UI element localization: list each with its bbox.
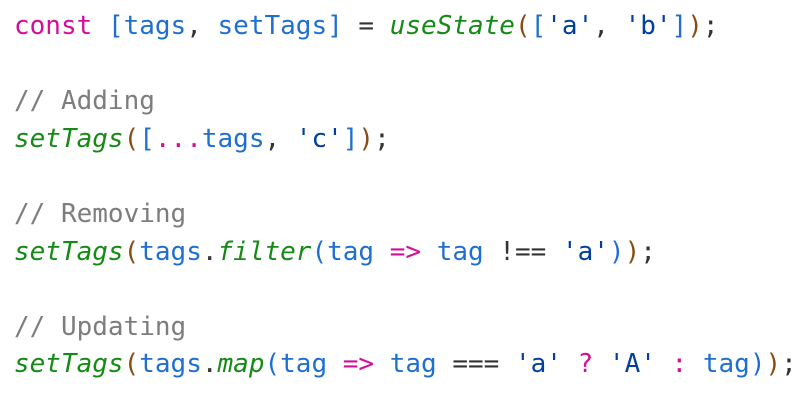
code-token: === — [436, 349, 515, 380]
code-token: . — [201, 349, 218, 380]
code-token: 'A' — [608, 349, 656, 380]
code-token: filter — [217, 236, 312, 267]
code-line: setTags(tags.filter(tag => tag !== 'a'))… — [14, 234, 812, 272]
code-token: ) — [358, 123, 375, 154]
code-token: useState — [389, 11, 515, 41]
code-token: 'b' — [624, 11, 672, 41]
code-token: setTags — [217, 11, 328, 41]
code-token: ; — [781, 349, 797, 380]
code-token: tags — [139, 236, 202, 267]
code-token: => — [389, 236, 422, 267]
code-token: setTags — [14, 236, 124, 267]
code-token: // Adding — [14, 86, 155, 117]
code-token: , — [264, 123, 296, 154]
code-token: ; — [702, 11, 719, 41]
code-token: ) — [765, 349, 782, 380]
code-token: 'a' — [546, 11, 594, 41]
code-token: ) — [749, 349, 766, 380]
code-token: 'a' — [561, 236, 609, 267]
code-token: ] — [327, 11, 343, 41]
code-line: // Adding — [14, 83, 812, 121]
code-token: ( — [311, 236, 328, 267]
code-token: [ — [107, 11, 124, 41]
code-token: ? — [577, 349, 594, 380]
code-token: tags — [123, 11, 187, 41]
code-token: tag — [389, 349, 437, 380]
code-token: const — [14, 11, 93, 41]
code-token: // Updating — [14, 311, 187, 342]
code-token: ( — [264, 349, 281, 380]
code-token: setTags — [14, 123, 124, 154]
code-token: tag — [327, 236, 375, 267]
code-token: ] — [671, 11, 688, 41]
code-token: tags — [201, 123, 265, 154]
code-token: tag — [280, 349, 328, 380]
code-token: !== — [483, 236, 562, 267]
code-line: // Removing — [14, 196, 812, 234]
code-token: ] — [342, 123, 359, 154]
code-line: setTags([...tags, 'c']); — [14, 121, 812, 159]
code-token: : — [671, 349, 688, 380]
code-token: ) — [624, 236, 641, 267]
code-token: ... — [154, 123, 202, 154]
code-token: ; — [640, 236, 656, 267]
code-block: const [tags, setTags] = useState(['a', '… — [0, 0, 812, 405]
code-token: 'a' — [514, 349, 562, 380]
code-token: ; — [374, 123, 390, 154]
code-token: tag — [702, 349, 750, 380]
code-token: ) — [687, 11, 703, 41]
code-line: // Updating — [14, 309, 812, 347]
code-token: setTags — [14, 349, 124, 380]
code-token: map — [217, 349, 265, 380]
code-token: [ — [530, 11, 547, 41]
code-token: // Removing — [14, 198, 187, 229]
code-token: 'c' — [295, 123, 343, 154]
code-token: => — [342, 349, 375, 380]
code-token: [ — [139, 123, 155, 154]
code-token: ( — [123, 236, 140, 267]
code-token: tag — [436, 236, 484, 267]
code-token: ( — [123, 349, 140, 380]
code-token: ) — [608, 236, 625, 267]
code-line: setTags(tags.map(tag => tag === 'a' ? 'A… — [14, 346, 812, 384]
code-token: , — [593, 11, 625, 41]
code-token: tags — [139, 349, 202, 380]
code-token: , — [186, 11, 218, 41]
code-token: ( — [123, 123, 140, 154]
code-token: . — [201, 236, 218, 267]
code-line: const [tags, setTags] = useState(['a', '… — [14, 8, 812, 46]
code-token: = — [342, 11, 390, 41]
code-token: ( — [514, 11, 531, 41]
